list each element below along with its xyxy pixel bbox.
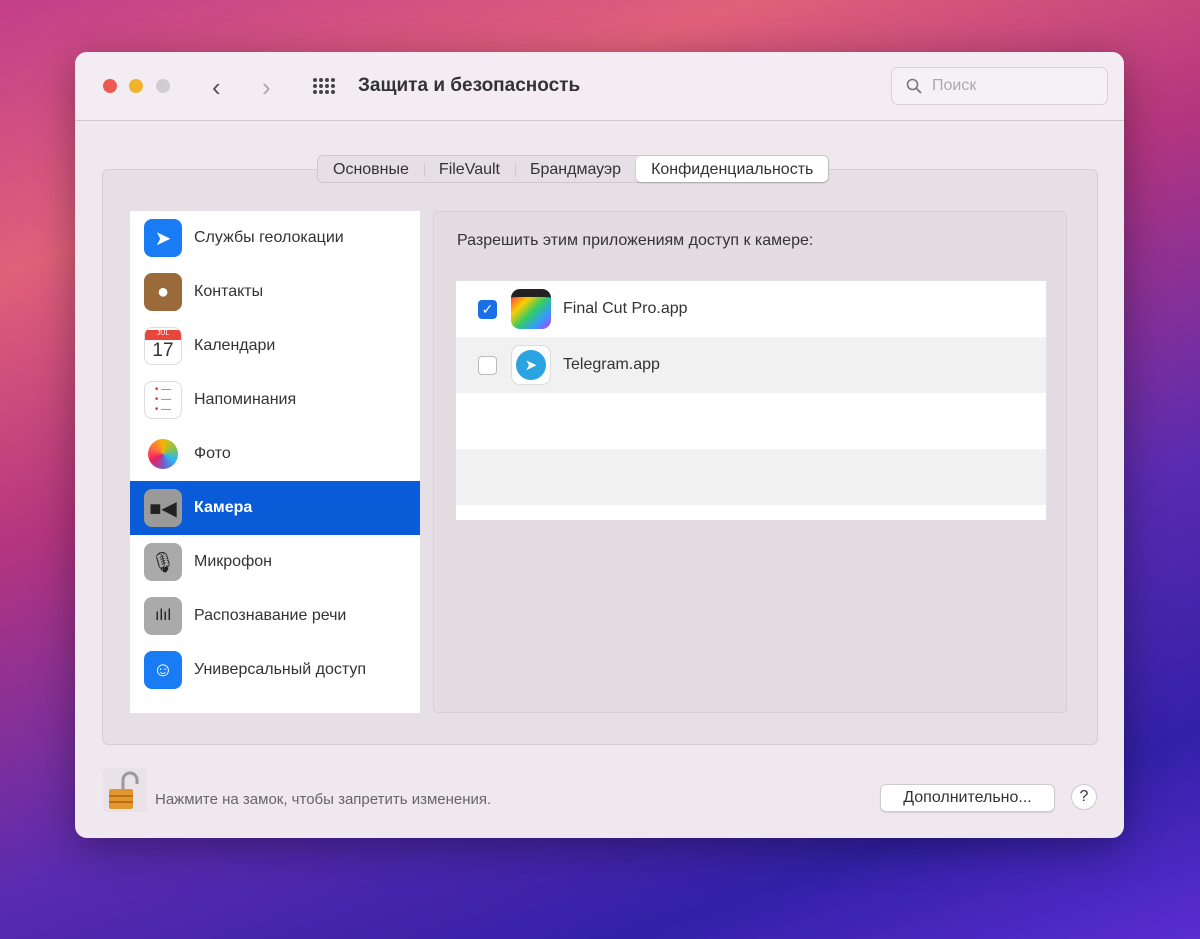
sidebar-item-contacts[interactable]: ● Контакты — [130, 265, 420, 319]
back-button[interactable]: ‹ — [212, 72, 221, 103]
table-row-empty — [456, 393, 1046, 449]
lock-hint: Нажмите на замок, чтобы запретить измене… — [155, 791, 492, 808]
sidebar-item-reminders[interactable]: • — • — • — Напоминания — [130, 373, 420, 427]
calendar-day: 17 — [152, 340, 174, 361]
app-name: Telegram.app — [563, 356, 660, 373]
contacts-icon: ● — [144, 273, 182, 311]
tab-bar: Основные FileVault Брандмауэр Конфиденци… — [317, 155, 830, 183]
sidebar-item-label: Службы геолокации — [194, 229, 344, 246]
search-icon — [906, 78, 922, 94]
search-input[interactable]: Поиск — [891, 67, 1108, 105]
close-button[interactable] — [103, 79, 117, 93]
toolbar: ‹ › Защита и безопасность Поиск — [75, 52, 1124, 121]
location-arrow-icon: ➤ — [144, 219, 182, 257]
sidebar-item-calendars[interactable]: JUL 17 Календари — [130, 319, 420, 373]
table-row-empty — [456, 449, 1046, 505]
tab-privacy[interactable]: Конфиденциальность — [636, 156, 829, 182]
sidebar-item-label: Распознавание речи — [194, 607, 347, 624]
sidebar-item-label: Контакты — [194, 283, 264, 300]
window-title: Защита и безопасность — [358, 75, 581, 96]
forward-button[interactable]: › — [262, 72, 271, 103]
camera-icon: ■◀ — [144, 489, 182, 527]
reminders-icon: • — • — • — — [144, 381, 182, 419]
minimize-button[interactable] — [129, 79, 143, 93]
app-name: Final Cut Pro.app — [563, 300, 688, 317]
sidebar-item-location[interactable]: ➤ Службы геолокации — [130, 211, 420, 265]
tab-filevault[interactable]: FileVault — [423, 156, 515, 182]
search-placeholder: Поиск — [932, 77, 977, 94]
table-row: ✓ Final Cut Pro.app — [456, 281, 1046, 337]
zoom-button[interactable] — [156, 79, 170, 93]
sidebar-item-label: Камера — [194, 499, 253, 516]
app-checkbox-checked[interactable]: ✓ — [478, 299, 497, 319]
sidebar-item-label: Универсальный доступ — [194, 661, 367, 678]
sidebar-item-microphone[interactable]: 🎙 Микрофон — [130, 535, 420, 589]
permissions-label: Разрешить этим приложениям доступ к каме… — [457, 232, 814, 249]
privacy-category-list: ➤ Службы геолокации ● Контакты JUL 17 Календ… — [130, 211, 420, 713]
telegram-icon: ➤ — [511, 345, 551, 385]
unlocked-padlock-icon[interactable] — [103, 768, 147, 812]
sidebar-item-accessibility[interactable]: ☺ Универсальный доступ — [130, 643, 420, 697]
app-checkbox-unchecked[interactable] — [478, 355, 497, 375]
sidebar-item-label: Календари — [194, 337, 276, 354]
microphone-icon: 🎙 — [144, 543, 182, 581]
tab-firewall[interactable]: Брандмауэр — [514, 156, 636, 182]
sidebar-item-label: Напоминания — [194, 391, 297, 408]
show-all-grid-icon[interactable] — [313, 78, 335, 94]
sidebar-item-label: Микрофон — [194, 553, 272, 570]
photos-icon — [148, 439, 178, 469]
final-cut-pro-icon — [511, 289, 551, 329]
apps-table: ✓ Final Cut Pro.app ➤ Telegram.app — [456, 281, 1046, 520]
sidebar-item-photos[interactable]: Фото — [130, 427, 420, 481]
preferences-window: ‹ › Защита и безопасность Поиск Основные… — [75, 52, 1124, 838]
sidebar-item-speech[interactable]: ılıl Распознавание речи — [130, 589, 420, 643]
calendar-month: JUL — [145, 330, 181, 340]
calendar-icon: JUL 17 — [144, 327, 182, 365]
speech-recognition-icon: ılıl — [144, 597, 182, 635]
sidebar-item-camera[interactable]: ■◀ Камера — [130, 481, 420, 535]
accessibility-icon: ☺ — [144, 651, 182, 689]
sidebar-item-label: Фото — [194, 445, 231, 462]
help-button[interactable]: ? — [1071, 784, 1097, 810]
camera-permissions-pane: Разрешить этим приложениям доступ к каме… — [433, 211, 1067, 713]
advanced-button[interactable]: Дополнительно... — [880, 784, 1055, 812]
table-row: ➤ Telegram.app — [456, 337, 1046, 393]
tab-general[interactable]: Основные — [318, 156, 424, 182]
